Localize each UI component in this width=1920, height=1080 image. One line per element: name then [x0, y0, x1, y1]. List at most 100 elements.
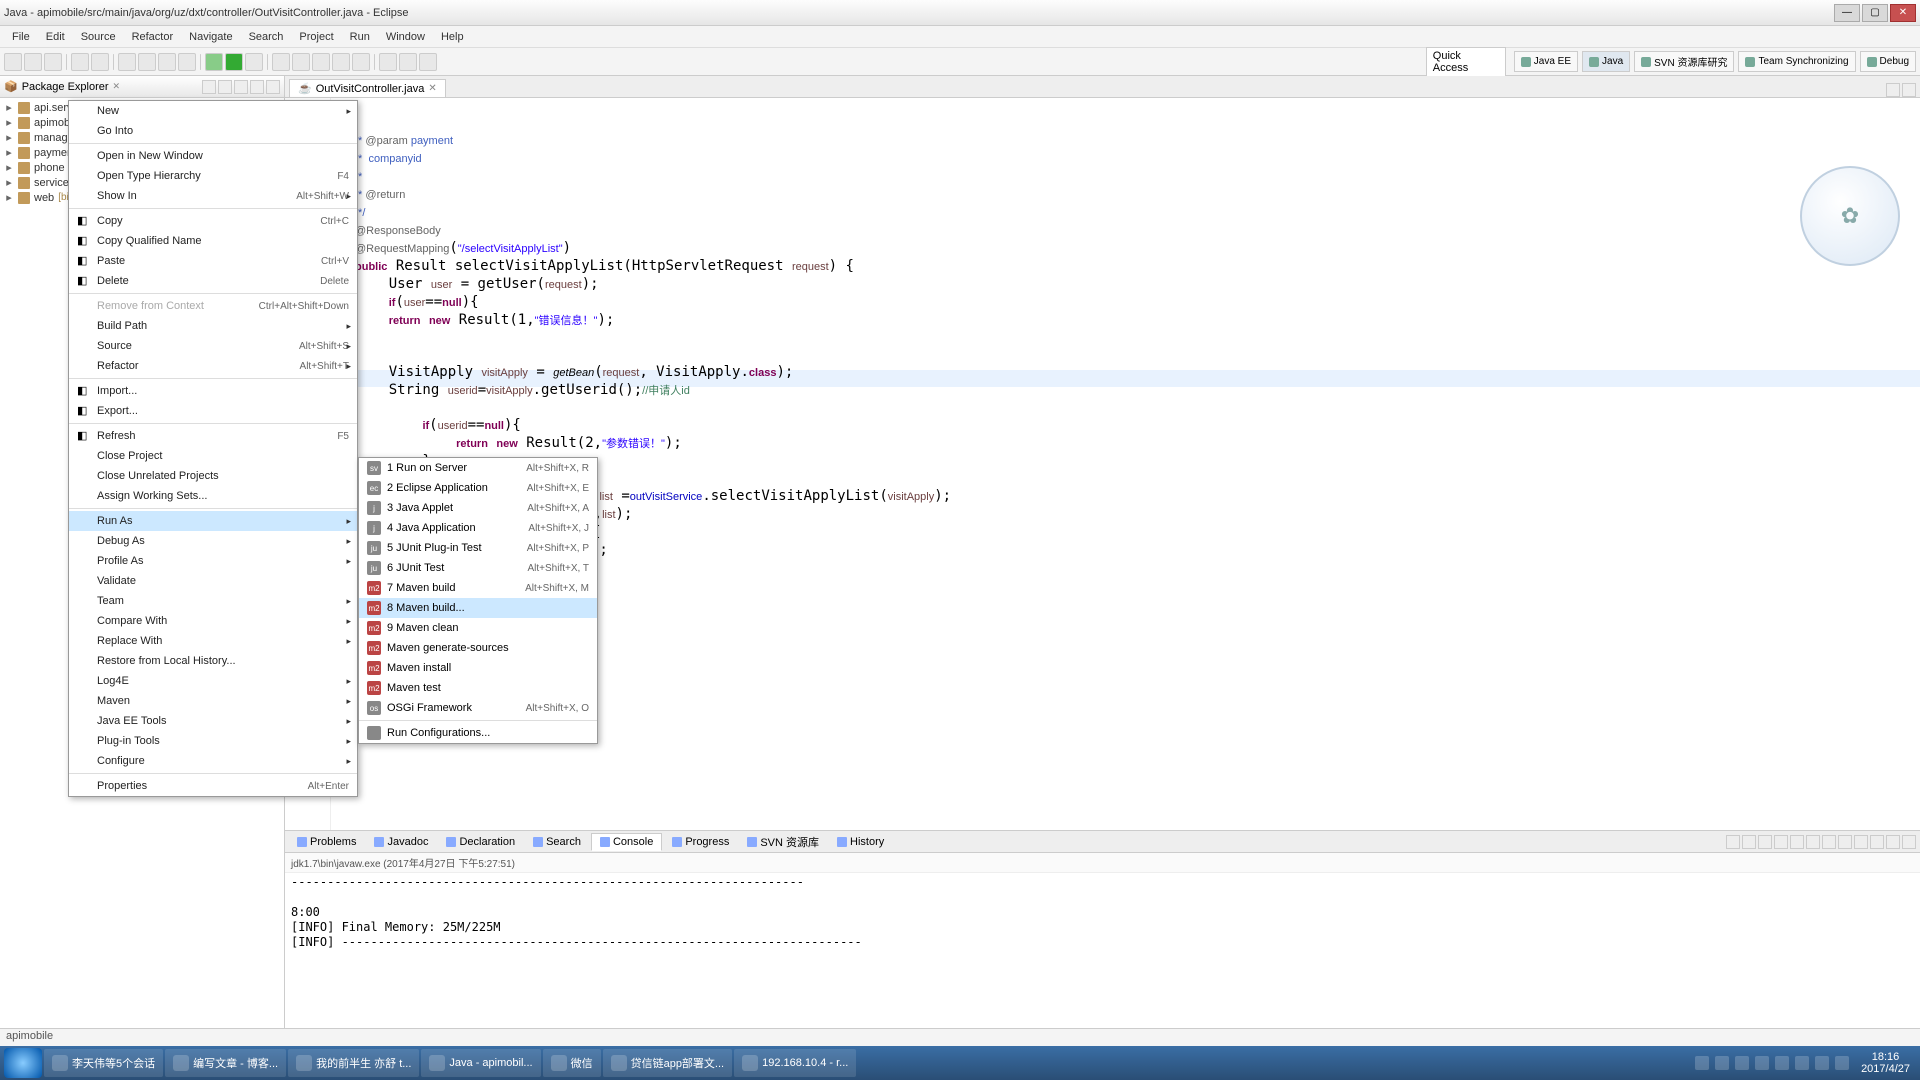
- console-output[interactable]: ----------------------------------------…: [285, 873, 1920, 1030]
- link-editor-icon[interactable]: [218, 80, 232, 94]
- menu-source[interactable]: Source: [73, 29, 124, 45]
- perspective-team-synchronizing[interactable]: Team Synchronizing: [1738, 51, 1855, 72]
- menu-project[interactable]: Project: [291, 29, 341, 45]
- console-toolbar-icon[interactable]: [1806, 835, 1820, 849]
- view-close-icon[interactable]: ✕: [113, 81, 121, 92]
- view-menu-icon[interactable]: [234, 80, 248, 94]
- toolbar-icon[interactable]: [158, 53, 176, 71]
- perspective-java[interactable]: Java: [1582, 51, 1630, 72]
- tray-icon[interactable]: [1795, 1056, 1809, 1070]
- toolbar-icon[interactable]: [272, 53, 290, 71]
- toolbar-icon[interactable]: [245, 53, 263, 71]
- menu-item[interactable]: Run As▸: [69, 511, 357, 531]
- taskbar-item[interactable]: 编写文章 - 博客...: [165, 1049, 286, 1077]
- menu-item[interactable]: Restore from Local History...: [69, 651, 357, 671]
- menu-item[interactable]: New▸: [69, 101, 357, 121]
- console-tab[interactable]: Declaration: [438, 834, 523, 850]
- new-icon[interactable]: [4, 53, 22, 71]
- toolbar-icon[interactable]: [138, 53, 156, 71]
- console-toolbar-icon[interactable]: [1854, 835, 1868, 849]
- tray-icon[interactable]: [1695, 1056, 1709, 1070]
- console-tab[interactable]: History: [829, 834, 892, 850]
- close-tab-icon[interactable]: ✕: [428, 83, 436, 94]
- menu-item[interactable]: Debug As▸: [69, 531, 357, 551]
- submenu-item[interactable]: m2Maven generate-sources: [359, 638, 597, 658]
- menu-item[interactable]: ◧Copy Qualified Name: [69, 231, 357, 251]
- menu-item[interactable]: PropertiesAlt+Enter: [69, 776, 357, 796]
- submenu-item[interactable]: j4 Java ApplicationAlt+Shift+X, J: [359, 518, 597, 538]
- console-toolbar-icon[interactable]: [1742, 835, 1756, 849]
- tray-icon[interactable]: [1755, 1056, 1769, 1070]
- taskbar-item[interactable]: 微信: [543, 1049, 601, 1077]
- console-toolbar-icon[interactable]: [1838, 835, 1852, 849]
- toolbar-icon[interactable]: [71, 53, 89, 71]
- menu-item[interactable]: Plug-in Tools▸: [69, 731, 357, 751]
- minimize-editor-icon[interactable]: [1886, 83, 1900, 97]
- perspective-debug[interactable]: Debug: [1860, 51, 1916, 72]
- menu-item[interactable]: Java EE Tools▸: [69, 711, 357, 731]
- menu-window[interactable]: Window: [378, 29, 433, 45]
- menu-item[interactable]: Show InAlt+Shift+W▸: [69, 186, 357, 206]
- tray-icon[interactable]: [1715, 1056, 1729, 1070]
- submenu-item[interactable]: osOSGi FrameworkAlt+Shift+X, O: [359, 698, 597, 718]
- menu-refactor[interactable]: Refactor: [124, 29, 182, 45]
- taskbar-item[interactable]: Java - apimobil...: [421, 1049, 540, 1077]
- collapse-all-icon[interactable]: [202, 80, 216, 94]
- tray-icon[interactable]: [1775, 1056, 1789, 1070]
- maximize-view-icon[interactable]: [266, 80, 280, 94]
- menu-item[interactable]: SourceAlt+Shift+S▸: [69, 336, 357, 356]
- console-tab[interactable]: Javadoc: [366, 834, 436, 850]
- menu-search[interactable]: Search: [241, 29, 292, 45]
- run-icon[interactable]: [225, 53, 243, 71]
- save-icon[interactable]: [24, 53, 42, 71]
- tray-icon[interactable]: [1815, 1056, 1829, 1070]
- toolbar-icon[interactable]: [178, 53, 196, 71]
- close-button[interactable]: ✕: [1890, 4, 1916, 22]
- menu-item[interactable]: ◧PasteCtrl+V: [69, 251, 357, 271]
- menu-item[interactable]: Open in New Window: [69, 146, 357, 166]
- menu-navigate[interactable]: Navigate: [181, 29, 240, 45]
- console-toolbar-icon[interactable]: [1870, 835, 1884, 849]
- toolbar-icon[interactable]: [352, 53, 370, 71]
- menu-item[interactable]: Team▸: [69, 591, 357, 611]
- toolbar-icon[interactable]: [91, 53, 109, 71]
- editor-tab[interactable]: ☕ OutVisitController.java ✕: [289, 79, 446, 97]
- submenu-item[interactable]: sv1 Run on ServerAlt+Shift+X, R: [359, 458, 597, 478]
- toolbar-icon[interactable]: [118, 53, 136, 71]
- console-toolbar-icon[interactable]: [1774, 835, 1788, 849]
- menu-item[interactable]: Assign Working Sets...: [69, 486, 357, 506]
- taskbar-item[interactable]: 我的前半生 亦舒 t...: [288, 1049, 419, 1077]
- menu-item[interactable]: Compare With▸: [69, 611, 357, 631]
- menu-run[interactable]: Run: [342, 29, 378, 45]
- debug-icon[interactable]: [205, 53, 223, 71]
- submenu-item[interactable]: m27 Maven buildAlt+Shift+X, M: [359, 578, 597, 598]
- console-tab[interactable]: Problems: [289, 834, 364, 850]
- console-toolbar-icon[interactable]: [1726, 835, 1740, 849]
- toolbar-icon[interactable]: [379, 53, 397, 71]
- maximize-button[interactable]: ▢: [1862, 4, 1888, 22]
- menu-item[interactable]: Profile As▸: [69, 551, 357, 571]
- minimize-button[interactable]: —: [1834, 4, 1860, 22]
- submenu-item[interactable]: m28 Maven build...: [359, 598, 597, 618]
- menu-item[interactable]: Configure▸: [69, 751, 357, 771]
- menu-item[interactable]: Close Unrelated Projects: [69, 466, 357, 486]
- menu-item[interactable]: Validate: [69, 571, 357, 591]
- menu-item[interactable]: ◧CopyCtrl+C: [69, 211, 357, 231]
- save-all-icon[interactable]: [44, 53, 62, 71]
- console-toolbar-icon[interactable]: [1886, 835, 1900, 849]
- submenu-item[interactable]: m29 Maven clean: [359, 618, 597, 638]
- start-button[interactable]: [4, 1048, 42, 1078]
- toolbar-icon[interactable]: [292, 53, 310, 71]
- toolbar-icon[interactable]: [399, 53, 417, 71]
- toolbar-icon[interactable]: [312, 53, 330, 71]
- submenu-item[interactable]: m2Maven install: [359, 658, 597, 678]
- console-toolbar-icon[interactable]: [1822, 835, 1836, 849]
- menu-edit[interactable]: Edit: [38, 29, 73, 45]
- console-toolbar-icon[interactable]: [1902, 835, 1916, 849]
- menu-item[interactable]: Open Type HierarchyF4: [69, 166, 357, 186]
- menu-file[interactable]: File: [4, 29, 38, 45]
- taskbar-item[interactable]: 贷信链app部署文...: [603, 1049, 733, 1077]
- tray-icon[interactable]: [1735, 1056, 1749, 1070]
- maximize-editor-icon[interactable]: [1902, 83, 1916, 97]
- submenu-item[interactable]: ju6 JUnit TestAlt+Shift+X, T: [359, 558, 597, 578]
